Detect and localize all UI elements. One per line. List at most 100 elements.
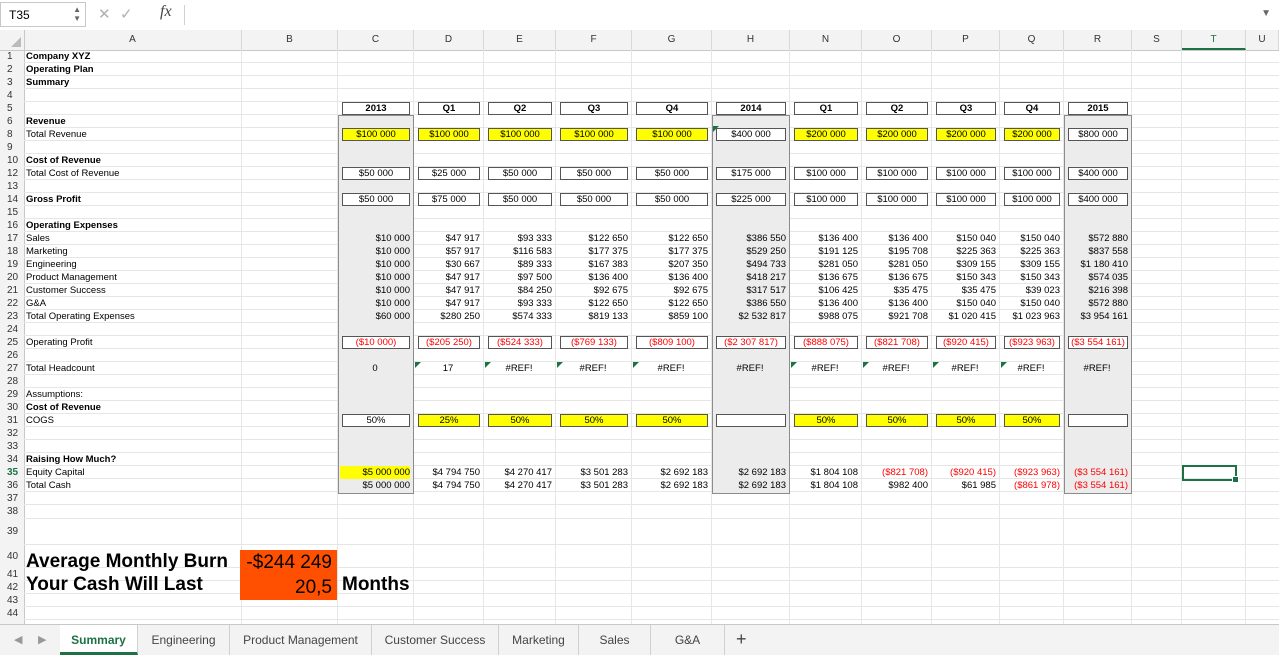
value-total-revenue[interactable]: $200 000 <box>936 128 996 141</box>
value-customer-success[interactable]: $317 517 <box>714 284 786 297</box>
value-marketing[interactable]: $225 363 <box>1002 245 1060 258</box>
value-sales[interactable]: $122 650 <box>558 232 628 245</box>
row-header-2[interactable]: 2 <box>0 63 24 76</box>
value-customer-success[interactable]: $47 917 <box>416 284 480 297</box>
value-sales[interactable]: $93 333 <box>486 232 552 245</box>
value-customer-success[interactable]: $10 000 <box>340 284 410 297</box>
value-customer-success[interactable]: $39 023 <box>1002 284 1060 297</box>
value-cogs[interactable]: 50% <box>636 414 708 427</box>
value-total-operating-expenses[interactable]: $1 020 415 <box>934 310 996 323</box>
row-header-31[interactable]: 31 <box>0 414 24 427</box>
value-total-cash[interactable]: $61 985 <box>934 479 996 492</box>
column-header-b[interactable]: B <box>242 30 338 50</box>
row-header-18[interactable]: 18 <box>0 245 24 258</box>
column-header-r[interactable]: R <box>1064 30 1132 50</box>
value-cogs[interactable]: 50% <box>794 414 858 427</box>
value-engineering[interactable]: $89 333 <box>486 258 552 271</box>
value-marketing[interactable]: $10 000 <box>340 245 410 258</box>
value-operating-profit[interactable]: ($2 307 817) <box>716 336 786 349</box>
column-header-s[interactable]: S <box>1132 30 1182 50</box>
value-total-cost-of-revenue[interactable]: $100 000 <box>794 167 858 180</box>
row-header-32[interactable]: 32 <box>0 427 24 440</box>
value-engineering[interactable]: $10 000 <box>340 258 410 271</box>
value-engineering[interactable]: $167 383 <box>558 258 628 271</box>
value-engineering[interactable]: $281 050 <box>864 258 928 271</box>
row-header-16[interactable]: 16 <box>0 219 24 232</box>
value-sales[interactable]: $150 040 <box>1002 232 1060 245</box>
value-total-cash[interactable]: $3 501 283 <box>558 479 628 492</box>
row-header-42[interactable]: 42 <box>0 581 24 594</box>
function-icon[interactable]: fx <box>160 3 172 21</box>
cancel-icon[interactable]: ✕ <box>98 5 111 23</box>
value-ga[interactable]: $150 040 <box>1002 297 1060 310</box>
value-sales[interactable]: $136 400 <box>864 232 928 245</box>
sheet-tab-marketing[interactable]: Marketing <box>499 625 579 655</box>
value-marketing[interactable]: $837 558 <box>1066 245 1128 258</box>
value-ga[interactable]: $572 880 <box>1066 297 1128 310</box>
value-gross-profit[interactable]: $50 000 <box>560 193 628 206</box>
value-cogs[interactable]: 50% <box>342 414 410 427</box>
column-header-g[interactable]: G <box>632 30 712 50</box>
value-customer-success[interactable]: $92 675 <box>634 284 708 297</box>
row-header-9[interactable]: 9 <box>0 141 24 154</box>
value-marketing[interactable]: $177 375 <box>634 245 708 258</box>
value-operating-profit[interactable]: ($3 554 161) <box>1068 336 1128 349</box>
value-product-management[interactable]: $10 000 <box>340 271 410 284</box>
value-sales[interactable]: $122 650 <box>634 232 708 245</box>
value-total-operating-expenses[interactable]: $1 023 963 <box>1002 310 1060 323</box>
row-header-30[interactable]: 30 <box>0 401 24 414</box>
row-header-25[interactable]: 25 <box>0 336 24 349</box>
value-total-operating-expenses[interactable]: $2 532 817 <box>714 310 786 323</box>
name-box-stepper-icon[interactable]: ▲ ▼ <box>73 5 81 23</box>
value-total-operating-expenses[interactable]: $280 250 <box>416 310 480 323</box>
value-ga[interactable]: $136 400 <box>792 297 858 310</box>
value-total-headcount[interactable]: #REF! <box>558 362 628 375</box>
value-equity-capital[interactable]: ($920 415) <box>934 466 996 479</box>
value-operating-profit[interactable]: ($821 708) <box>866 336 928 349</box>
row-header-34[interactable]: 34 <box>0 453 24 466</box>
value-total-revenue[interactable]: $200 000 <box>1004 128 1060 141</box>
row-header-6[interactable]: 6 <box>0 115 24 128</box>
error-indicator-icon[interactable] <box>485 362 491 368</box>
value-ga[interactable]: $10 000 <box>340 297 410 310</box>
confirm-icon[interactable]: ✓ <box>120 5 133 23</box>
value-sales[interactable]: $10 000 <box>340 232 410 245</box>
value-total-operating-expenses[interactable]: $3 954 161 <box>1066 310 1128 323</box>
value-total-headcount[interactable]: #REF! <box>714 362 786 375</box>
value-marketing[interactable]: $177 375 <box>558 245 628 258</box>
value-sales[interactable]: $572 880 <box>1066 232 1128 245</box>
value-operating-profit[interactable]: ($809 100) <box>636 336 708 349</box>
value-total-headcount[interactable]: #REF! <box>792 362 858 375</box>
value-engineering[interactable]: $1 180 410 <box>1066 258 1128 271</box>
value-marketing[interactable]: $225 363 <box>934 245 996 258</box>
value-total-cost-of-revenue[interactable]: $175 000 <box>716 167 786 180</box>
value-customer-success[interactable]: $84 250 <box>486 284 552 297</box>
value-marketing[interactable]: $191 125 <box>792 245 858 258</box>
value-product-management[interactable]: $136 675 <box>864 271 928 284</box>
row-header-10[interactable]: 10 <box>0 154 24 167</box>
value-cogs[interactable]: 50% <box>936 414 996 427</box>
value-total-revenue[interactable]: $100 000 <box>418 128 480 141</box>
name-box[interactable]: T35 ▲ ▼ <box>0 2 86 27</box>
value-total-cost-of-revenue[interactable]: $100 000 <box>936 167 996 180</box>
add-sheet-button[interactable]: + <box>736 629 747 650</box>
column-header-f[interactable]: F <box>556 30 632 50</box>
value-ga[interactable]: $47 917 <box>416 297 480 310</box>
next-sheet-icon[interactable]: ▶ <box>38 633 46 646</box>
value-ga[interactable]: $93 333 <box>486 297 552 310</box>
value-operating-profit[interactable]: ($920 415) <box>936 336 996 349</box>
row-header-39[interactable]: 39 <box>0 519 24 545</box>
row-header-28[interactable]: 28 <box>0 375 24 388</box>
value-equity-capital[interactable]: $4 270 417 <box>486 466 552 479</box>
value-total-headcount[interactable]: #REF! <box>934 362 996 375</box>
sheet-tab-product-management[interactable]: Product Management <box>230 625 372 655</box>
value-gross-profit[interactable]: $100 000 <box>866 193 928 206</box>
value-operating-profit[interactable]: ($888 075) <box>794 336 858 349</box>
value-total-revenue[interactable]: $200 000 <box>866 128 928 141</box>
row-header-37[interactable]: 37 <box>0 492 24 505</box>
error-indicator-icon[interactable] <box>557 362 563 368</box>
error-indicator-icon[interactable] <box>1001 362 1007 368</box>
value-equity-capital[interactable]: ($821 708) <box>864 466 928 479</box>
value-gross-profit[interactable]: $50 000 <box>342 193 410 206</box>
value-product-management[interactable]: $136 675 <box>792 271 858 284</box>
